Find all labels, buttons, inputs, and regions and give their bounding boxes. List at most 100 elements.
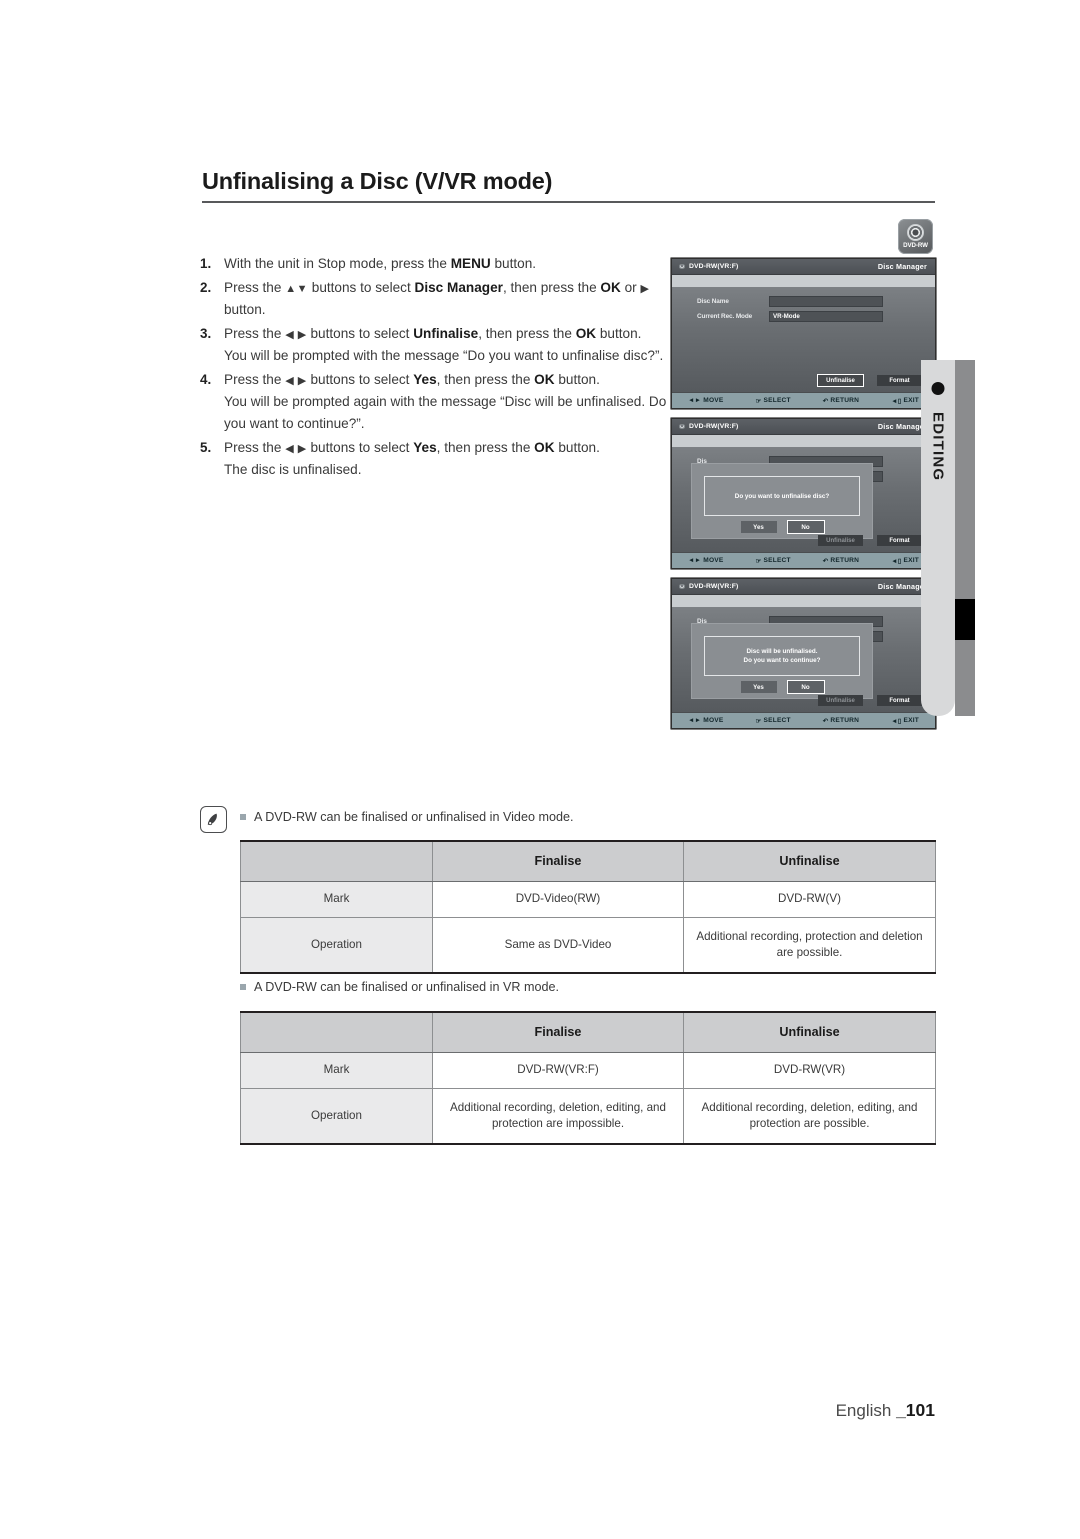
table-header-cell: Unfinalise bbox=[683, 1011, 936, 1053]
screen-disc-manager: DVD-RW(VR:F) Disc Manager Disc Name Curr… bbox=[671, 258, 936, 409]
table-row: Mark DVD-Video(RW) DVD-RW(V) bbox=[240, 880, 936, 918]
screen-subbar bbox=[672, 595, 935, 607]
table-header-cell: Finalise bbox=[432, 840, 684, 882]
return-icon: ↶ bbox=[822, 717, 829, 725]
table-header-cell bbox=[240, 1011, 433, 1053]
dialog-buttons: Yes No bbox=[692, 681, 872, 693]
screen-disc-label: DVD-RW(VR:F) bbox=[689, 423, 739, 430]
page-title: Unfinalising a Disc (V/VR mode) bbox=[202, 168, 553, 194]
field-disc-name-value[interactable] bbox=[769, 296, 883, 307]
edge-bar bbox=[955, 360, 975, 716]
exit-icon: ◄▯ bbox=[891, 717, 902, 725]
table-row-label: Mark bbox=[240, 1051, 433, 1089]
instruction-step: 1. With the unit in Stop mode, press the … bbox=[200, 253, 670, 275]
unfinalise-button[interactable]: Unfinalise bbox=[818, 375, 863, 386]
screen-title: Disc Manager bbox=[877, 422, 927, 431]
table-row: Operation Same as DVD-Video Additional rec… bbox=[240, 916, 936, 974]
footer-move: ◄► MOVE bbox=[688, 397, 724, 404]
dialog-buttons: Yes No bbox=[692, 521, 872, 533]
screen-subbar bbox=[672, 435, 935, 447]
select-icon: ☞ bbox=[755, 717, 762, 725]
screen-subbar bbox=[672, 275, 935, 287]
footer-move-label: MOVE bbox=[703, 397, 724, 404]
dialog-no-button[interactable]: No bbox=[787, 681, 824, 693]
table-header-row: Finalise Unfinalise bbox=[240, 1011, 936, 1053]
footer-exit: ◄▯ EXIT bbox=[891, 557, 919, 565]
screen-body: Dis Cu Disc will be unfinalised. Do you … bbox=[672, 607, 935, 712]
table-header-cell: Unfinalise bbox=[683, 840, 936, 882]
move-arrows-icon: ◄► bbox=[688, 717, 702, 724]
table-header-row: Finalise Unfinalise bbox=[240, 840, 936, 882]
screen-footer: ◄► MOVE ☞ SELECT ↶ RETURN ◄▯ EXIT bbox=[672, 392, 935, 408]
screen-footer: ◄► MOVE ☞ SELECT ↶ RETURN ◄▯ EXIT bbox=[672, 712, 935, 728]
table-cell: DVD-RW(V) bbox=[683, 880, 936, 918]
table-row: Mark DVD-RW(VR:F) DVD-RW(VR) bbox=[240, 1051, 936, 1089]
dvd-rw-badge: DVD-RW bbox=[898, 219, 933, 254]
dvd-rw-badge-label: DVD-RW bbox=[903, 242, 928, 249]
footer-move-label: MOVE bbox=[703, 717, 724, 724]
bullet-icon bbox=[931, 382, 945, 395]
footer-move: ◄► MOVE bbox=[688, 557, 724, 564]
note-icon bbox=[200, 806, 227, 833]
confirm-dialog: Disc will be unfinalised. Do you want to… bbox=[691, 623, 873, 699]
footer-exit-label: EXIT bbox=[903, 717, 919, 724]
screen-header: DVD-RW(VR:F) Disc Manager bbox=[672, 579, 935, 595]
table-cell: Additional recording, protection and del… bbox=[683, 916, 936, 974]
comparison-table: Finalise Unfinalise Mark DVD-Video(RW) DVD-R… bbox=[240, 840, 936, 974]
table-header-cell: Finalise bbox=[432, 1011, 684, 1053]
step-text: Press the ◀ ▶ buttons to select Yes, the… bbox=[224, 440, 600, 478]
exit-icon: ◄▯ bbox=[891, 557, 902, 565]
table-row-label: Mark bbox=[240, 880, 433, 918]
screen-buttons: Unfinalise Format bbox=[818, 535, 922, 546]
format-button[interactable]: Format bbox=[877, 375, 922, 386]
instruction-step: 3. Press the ◀ ▶ buttons to select Unfina… bbox=[200, 323, 670, 367]
step-text: Press the ◀ ▶ buttons to select Unfinali… bbox=[224, 326, 664, 364]
dialog-message: Do you want to unfinalise disc? bbox=[704, 476, 860, 516]
table-row-label: Operation bbox=[240, 916, 433, 974]
page-header: Unfinalising a Disc (V/VR mode) bbox=[202, 168, 935, 203]
footer-select: ☞ SELECT bbox=[756, 557, 791, 565]
footer-exit: ◄▯ EXIT bbox=[891, 717, 919, 725]
field-disc-name: Disc Name bbox=[672, 296, 935, 307]
step-text: Press the ▲▼ buttons to select Disc Mana… bbox=[224, 280, 650, 318]
unfinalise-button[interactable]: Unfinalise bbox=[818, 695, 863, 706]
instruction-step: 2. Press the ▲▼ buttons to select Disc Ma… bbox=[200, 277, 670, 321]
section-tab-editing: EDITING bbox=[921, 360, 955, 716]
table-cell: Additional recording, deletion, editing,… bbox=[432, 1087, 684, 1145]
return-icon: ↶ bbox=[822, 557, 829, 565]
table-cell: Same as DVD-Video bbox=[432, 916, 684, 974]
footer-return-label: RETURN bbox=[830, 397, 860, 404]
screen-buttons: Unfinalise Format bbox=[818, 375, 922, 386]
footer-select-label: SELECT bbox=[763, 557, 791, 564]
step-number: 1. bbox=[200, 256, 212, 271]
table-cell: Additional recording, deletion, editing,… bbox=[683, 1087, 936, 1145]
screen-confirm-continue: DVD-RW(VR:F) Disc Manager Dis Cu Disc wi… bbox=[671, 578, 936, 729]
dialog-yes-button[interactable]: Yes bbox=[740, 681, 777, 693]
screen-body: Dis Cu Do you want to unfinalise disc? Y… bbox=[672, 447, 935, 552]
screen-disc-label: DVD-RW(VR:F) bbox=[689, 263, 739, 270]
select-icon: ☞ bbox=[755, 397, 762, 405]
step-number: 4. bbox=[200, 372, 212, 388]
field-rec-mode-value[interactable]: VR-Mode bbox=[769, 311, 883, 322]
format-button[interactable]: Format bbox=[877, 695, 922, 706]
screen-disc-label: DVD-RW(VR:F) bbox=[689, 583, 739, 590]
screen-title: Disc Manager bbox=[877, 582, 927, 591]
bullet-square-icon bbox=[240, 814, 246, 820]
exit-icon: ◄▯ bbox=[891, 397, 902, 405]
footer-language: English bbox=[835, 1401, 897, 1420]
dialog-yes-button[interactable]: Yes bbox=[740, 521, 777, 533]
return-icon: ↶ bbox=[822, 397, 829, 405]
disc-icon bbox=[907, 224, 924, 241]
field-rec-mode-label: Current Rec. Mode bbox=[697, 313, 753, 320]
dialog-no-button[interactable]: No bbox=[787, 521, 824, 533]
footer-exit-label: EXIT bbox=[903, 397, 919, 404]
footer-select: ☞ SELECT bbox=[756, 717, 791, 725]
screen-header: DVD-RW(VR:F) Disc Manager bbox=[672, 419, 935, 435]
format-button[interactable]: Format bbox=[877, 535, 922, 546]
step-text: Press the ◀ ▶ buttons to select Yes, the… bbox=[224, 372, 667, 432]
footer-return: ↶ RETURN bbox=[823, 717, 859, 725]
disc-type-icon bbox=[678, 423, 686, 430]
unfinalise-button[interactable]: Unfinalise bbox=[818, 535, 863, 546]
note-text: A DVD-RW can be finalised or unfinalised… bbox=[254, 810, 574, 824]
screen-title: Disc Manager bbox=[877, 262, 927, 271]
